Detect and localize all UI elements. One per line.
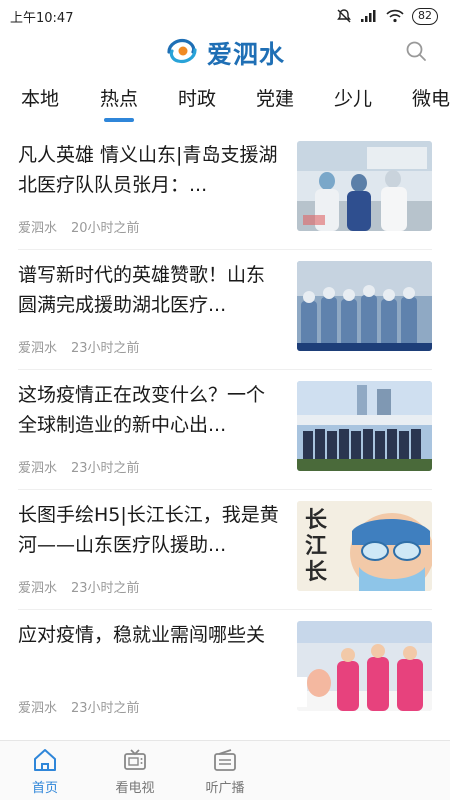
news-item[interactable]: 谱写新时代的英雄赞歌！山东圆满完成援助湖北医疗... 爱泗水 23小时之前 bbox=[18, 250, 432, 370]
news-feed: 凡人英雄 情义山东|青岛支援湖北医疗队队员张月：... 爱泗水 20小时之前 谱… bbox=[0, 130, 450, 740]
tab-label: 热点 bbox=[99, 88, 138, 110]
status-time: 上午10:47 bbox=[10, 10, 74, 26]
battery-icon: 82 bbox=[412, 7, 438, 25]
status-icons: 82 bbox=[336, 7, 438, 25]
news-title: 长图手绘H5|长江长江，我是黄河——山东医疗队援助... bbox=[18, 504, 279, 556]
news-source: 爱泗水 bbox=[18, 701, 58, 716]
tab-label: 微电 bbox=[411, 88, 450, 110]
nav-label: 看电视 bbox=[115, 780, 155, 796]
news-thumbnail[interactable] bbox=[297, 141, 432, 231]
news-title: 谱写新时代的英雄赞歌！山东圆满完成援助湖北医疗... bbox=[18, 264, 266, 316]
search-icon bbox=[405, 40, 427, 66]
news-thumbnail[interactable]: 长江长 bbox=[297, 501, 432, 591]
news-time: 20小时之前 bbox=[71, 221, 140, 236]
tab-shaoer[interactable]: 少儿 bbox=[314, 74, 392, 130]
nav-label: 听广播 bbox=[205, 780, 245, 796]
news-meta: 爱泗水 23小时之前 bbox=[18, 457, 280, 476]
news-source: 爱泗水 bbox=[18, 341, 58, 356]
news-text: 应对疫情，稳就业需闯哪些关 爱泗水 23小时之前 bbox=[18, 620, 280, 730]
news-time: 23小时之前 bbox=[71, 461, 140, 476]
news-item[interactable]: 凡人英雄 情义山东|青岛支援湖北医疗队队员张月：... 爱泗水 20小时之前 bbox=[18, 130, 432, 250]
news-meta: 爱泗水 23小时之前 bbox=[18, 577, 280, 596]
app-name: 爱泗水 bbox=[206, 40, 285, 69]
nav-radio[interactable]: 听广播 bbox=[180, 741, 270, 800]
news-source: 爱泗水 bbox=[18, 461, 58, 476]
category-tabs: 本地 热点 时政 党建 少儿 微电 bbox=[0, 74, 450, 130]
battery-level: 82 bbox=[418, 9, 432, 22]
tv-icon bbox=[121, 746, 149, 774]
news-title: 凡人英雄 情义山东|青岛支援湖北医疗队队员张月：... bbox=[18, 144, 278, 196]
news-source: 爱泗水 bbox=[18, 581, 58, 596]
news-title: 应对疫情，稳就业需闯哪些关 bbox=[18, 624, 266, 646]
news-text: 这场疫情正在改变什么？一个全球制造业的新中心出... 爱泗水 23小时之前 bbox=[18, 380, 280, 489]
tab-shizheng[interactable]: 时政 bbox=[158, 74, 236, 130]
swirl-logo-icon bbox=[165, 36, 201, 70]
news-item[interactable]: 这场疫情正在改变什么？一个全球制造业的新中心出... 爱泗水 23小时之前 bbox=[18, 370, 432, 490]
search-button[interactable] bbox=[404, 41, 428, 65]
signal-icon bbox=[360, 9, 378, 23]
app-logo: 爱泗水 bbox=[165, 35, 285, 71]
news-thumbnail[interactable] bbox=[297, 261, 432, 351]
news-thumbnail[interactable] bbox=[297, 621, 432, 711]
thumb-calligraphy: 长江长 bbox=[305, 507, 328, 585]
mute-alarm-icon bbox=[336, 8, 352, 24]
news-time: 23小时之前 bbox=[71, 341, 140, 356]
news-text: 凡人英雄 情义山东|青岛支援湖北医疗队队员张月：... 爱泗水 20小时之前 bbox=[18, 140, 280, 249]
radio-icon bbox=[211, 746, 239, 774]
news-source: 爱泗水 bbox=[18, 221, 58, 236]
news-text: 谱写新时代的英雄赞歌！山东圆满完成援助湖北医疗... 爱泗水 23小时之前 bbox=[18, 260, 280, 369]
news-time: 23小时之前 bbox=[71, 701, 140, 716]
tab-redian[interactable]: 热点 bbox=[80, 74, 158, 130]
news-meta: 爱泗水 23小时之前 bbox=[18, 697, 280, 716]
news-title: 这场疫情正在改变什么？一个全球制造业的新中心出... bbox=[18, 384, 266, 436]
app-header: 爱泗水 bbox=[0, 32, 450, 74]
nav-label: 首页 bbox=[31, 780, 58, 796]
tab-label: 时政 bbox=[177, 88, 216, 110]
news-text: 长图手绘H5|长江长江，我是黄河——山东医疗队援助... 爱泗水 23小时之前 bbox=[18, 500, 280, 609]
nav-tv[interactable]: 看电视 bbox=[90, 741, 180, 800]
wifi-icon bbox=[386, 9, 404, 23]
tab-weidian[interactable]: 微电 bbox=[392, 74, 450, 130]
tab-label: 少儿 bbox=[333, 88, 372, 110]
news-thumbnail[interactable] bbox=[297, 381, 432, 471]
nav-home[interactable]: 首页 bbox=[0, 741, 90, 800]
news-meta: 爱泗水 20小时之前 bbox=[18, 217, 280, 236]
bottom-nav: 首页 看电视 听广播 bbox=[0, 740, 450, 800]
tab-bendi[interactable]: 本地 bbox=[0, 74, 80, 130]
tab-label: 党建 bbox=[255, 88, 294, 110]
news-item[interactable]: 长图手绘H5|长江长江，我是黄河——山东医疗队援助... 爱泗水 23小时之前 … bbox=[18, 490, 432, 610]
tab-dangjian[interactable]: 党建 bbox=[236, 74, 314, 130]
status-bar: 上午10:47 82 bbox=[0, 0, 450, 32]
news-meta: 爱泗水 23小时之前 bbox=[18, 337, 280, 356]
news-item[interactable]: 应对疫情，稳就业需闯哪些关 爱泗水 23小时之前 bbox=[18, 610, 432, 730]
news-time: 23小时之前 bbox=[71, 581, 140, 596]
home-icon bbox=[31, 746, 59, 774]
tab-label: 本地 bbox=[20, 88, 59, 110]
